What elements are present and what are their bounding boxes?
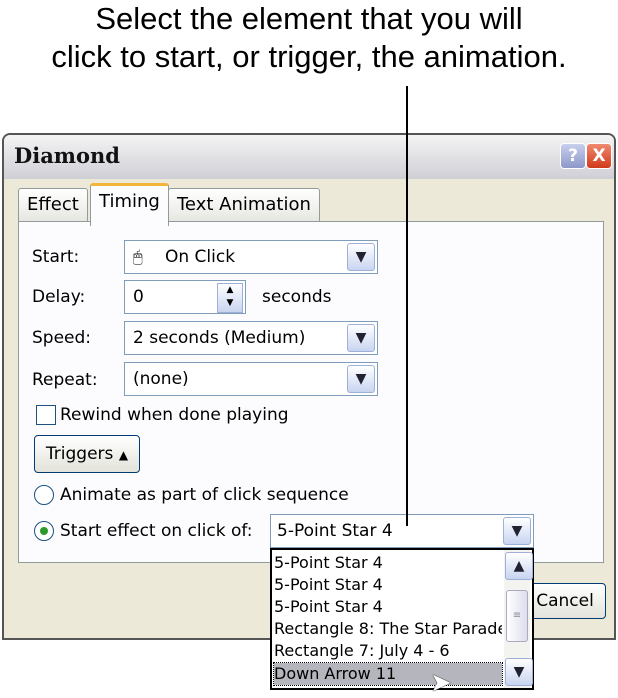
delay-spinner[interactable]: ▲ ▼ [217, 283, 243, 313]
mouse-cursor-icon: ➤ [430, 668, 452, 698]
list-item[interactable]: Rectangle 8: The Star Parade [274, 618, 502, 640]
triggers-label: Triggers [45, 444, 114, 464]
chevron-down-icon[interactable]: ▼ [347, 243, 375, 271]
start-on-click-radio[interactable] [34, 521, 54, 541]
tab-timing[interactable]: Timing [90, 183, 169, 226]
list-item[interactable]: 5-Point Star 4 [274, 596, 502, 618]
start-on-click-label: Start effect on click of: [60, 521, 253, 541]
repeat-select[interactable]: (none) ▼ [124, 362, 378, 396]
scrollbar[interactable]: ▲ ≡ ▼ [504, 550, 533, 688]
title-bar[interactable]: Diamond ? X [4, 135, 614, 179]
chevron-down-icon[interactable]: ▼ [347, 365, 375, 393]
delay-value: 0 [133, 287, 144, 307]
seconds-label: seconds [262, 287, 332, 307]
start-label: Start: [32, 247, 80, 267]
list-item[interactable]: 5-Point Star 4 [274, 552, 502, 574]
rewind-label: Rewind when done playing [60, 405, 289, 425]
list-item[interactable]: 5-Point Star 4 [274, 574, 502, 596]
callout-text: Select the element that you will click t… [0, 0, 618, 76]
scrollbar-thumb[interactable]: ≡ [506, 590, 528, 642]
repeat-label: Repeat: [32, 370, 98, 390]
callout-line-1: Select the element that you will [95, 1, 523, 36]
speed-select[interactable]: 2 seconds (Medium) ▼ [124, 321, 378, 355]
speed-value: 2 seconds (Medium) [133, 328, 306, 348]
trigger-object-select[interactable]: 5-Point Star 4 ▼ [270, 514, 534, 548]
tab-text-animation[interactable]: Text Animation [168, 188, 320, 222]
start-value: On Click [165, 247, 236, 267]
dialog-title: Diamond [14, 143, 120, 168]
delay-label: Delay: [32, 287, 86, 307]
trigger-object-list[interactable]: 5-Point Star 4 5-Point Star 4 5-Point St… [270, 548, 534, 690]
animate-sequence-label: Animate as part of click sequence [60, 485, 349, 505]
mouse-icon: 🖱 [133, 247, 143, 266]
trigger-object-value: 5-Point Star 4 [277, 521, 393, 541]
list-item[interactable]: Rectangle 7: July 4 - 6 [274, 640, 502, 662]
rewind-checkbox[interactable] [36, 405, 56, 425]
double-chevron-up-icon: ▲ [118, 448, 129, 462]
start-select[interactable]: 🖱 On Click ▼ [124, 240, 378, 274]
radio-dot [40, 527, 48, 535]
help-button[interactable]: ? [560, 143, 586, 169]
cancel-button[interactable]: Cancel [524, 583, 606, 619]
close-button[interactable]: X [586, 143, 612, 169]
animate-sequence-radio[interactable] [34, 485, 54, 505]
callout-line [406, 86, 408, 526]
chevron-down-icon[interactable]: ▼ [503, 517, 531, 545]
delay-input[interactable]: 0 ▲ ▼ [124, 280, 246, 314]
triggers-button[interactable]: Triggers ▲ [34, 435, 140, 473]
chevron-up-icon[interactable]: ▲ [505, 552, 533, 580]
repeat-value: (none) [133, 369, 189, 389]
list-item-selected[interactable]: Down Arrow 11 [273, 662, 503, 686]
speed-label: Speed: [32, 328, 92, 348]
tab-effect[interactable]: Effect [18, 188, 88, 222]
chevron-down-icon[interactable]: ▼ [347, 324, 375, 352]
chevron-down-icon[interactable]: ▼ [505, 658, 533, 686]
callout-line-2: click to start, or trigger, the animatio… [51, 39, 567, 74]
